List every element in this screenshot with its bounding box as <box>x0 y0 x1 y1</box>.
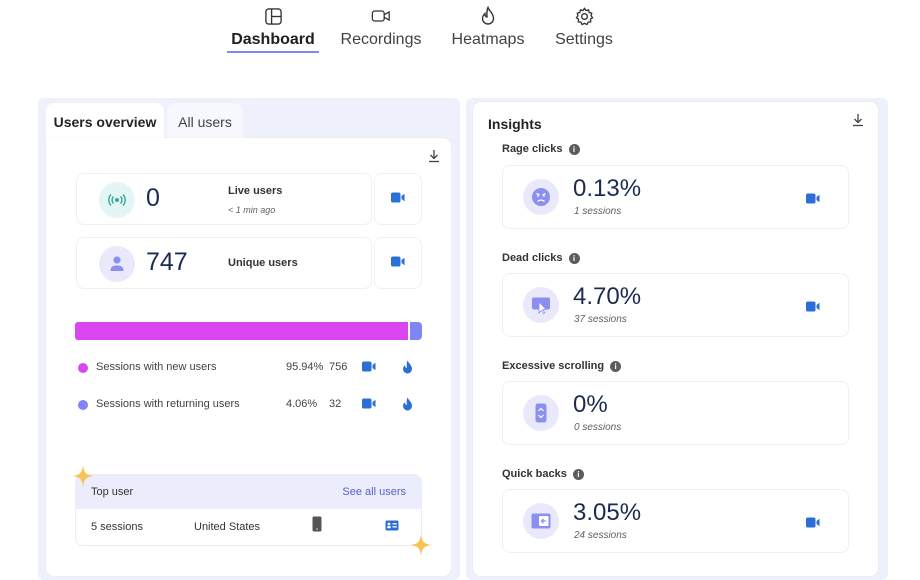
rage-clicks-label: Rage clicks i <box>502 143 580 155</box>
insight-value: 4.70% <box>573 283 642 310</box>
camera-icon[interactable] <box>806 515 820 533</box>
sessions-split-bar <box>75 322 422 340</box>
legend-row-new-users: Sessions with new users 95.94% 756 <box>78 360 418 376</box>
live-users-count: 0 <box>146 184 160 212</box>
quick-backs-label: Quick backs i <box>502 468 584 480</box>
dead-click-cursor-icon <box>523 287 559 323</box>
legend-percent: 4.06% <box>286 398 318 410</box>
camera-icon[interactable] <box>806 191 820 209</box>
nav-tab-dashboard[interactable]: Dashboard <box>226 6 320 53</box>
sparkle-icon <box>72 465 94 487</box>
mobile-phone-icon <box>312 516 322 535</box>
angry-face-icon <box>523 179 559 215</box>
heatmap-fire-icon[interactable] <box>402 397 413 414</box>
insight-label-text: Excessive scrolling <box>502 360 605 372</box>
insight-sessions: 0 sessions <box>574 422 622 433</box>
dashboard-icon <box>263 6 283 26</box>
legend-label: Sessions with returning users <box>96 398 240 410</box>
top-user-header: Top user See all users <box>76 475 421 509</box>
download-icon[interactable] <box>851 113 865 127</box>
new-users-color-dot <box>78 363 88 373</box>
insight-label-text: Quick backs <box>502 468 567 480</box>
legend-count: 756 <box>329 361 348 373</box>
camera-icon[interactable] <box>362 398 376 412</box>
legend-percent: 95.94% <box>286 361 324 373</box>
insight-sessions: 37 sessions <box>574 314 627 325</box>
info-icon[interactable]: i <box>572 468 584 480</box>
dead-clicks-label: Dead clicks i <box>502 252 580 264</box>
top-navigation: Dashboard Recordings Heatmaps Settings <box>226 6 632 53</box>
gear-icon <box>574 6 594 26</box>
fire-icon <box>478 6 498 26</box>
unique-users-stat: 747 Unique users <box>76 237 372 289</box>
camera-icon[interactable] <box>362 361 376 375</box>
insights-card: Insights Rage clicks i 0.13% 1 sessions … <box>473 102 878 576</box>
live-users-label: Live users <box>228 185 283 197</box>
nav-tab-label: Dashboard <box>227 31 319 53</box>
insight-sessions: 1 sessions <box>574 206 622 217</box>
nav-tab-label: Settings <box>555 31 613 48</box>
video-icon <box>371 6 391 26</box>
quick-backs-metric: 3.05% 24 sessions <box>502 489 849 553</box>
returning-users-color-dot <box>78 400 88 410</box>
unique-users-label: Unique users <box>228 257 298 269</box>
live-signal-icon <box>99 182 135 218</box>
legend-row-returning-users: Sessions with returning users 4.06% 32 <box>78 397 418 413</box>
top-user-country: United States <box>194 521 261 533</box>
tab-all-users[interactable]: All users <box>167 103 243 141</box>
unique-users-count: 747 <box>146 248 188 276</box>
contact-card-icon[interactable] <box>385 520 399 534</box>
info-icon[interactable]: i <box>610 360 622 372</box>
scroll-icon <box>523 395 559 431</box>
nav-tab-label: Recordings <box>340 31 422 48</box>
nav-tab-recordings[interactable]: Recordings <box>326 6 436 53</box>
see-all-users-link[interactable]: See all users <box>342 486 406 498</box>
top-user-sessions: 5 sessions <box>91 521 143 533</box>
live-users-stat: 0 Live users < 1 min ago <box>76 173 372 225</box>
new-users-segment <box>75 322 408 340</box>
unique-users-recordings-button[interactable] <box>374 237 422 289</box>
insight-label-text: Dead clicks <box>502 252 563 264</box>
insight-value: 0.13% <box>573 175 642 202</box>
camera-icon <box>391 254 405 272</box>
info-icon[interactable]: i <box>568 252 580 264</box>
excessive-scrolling-metric: 0% 0 sessions <box>502 381 849 445</box>
camera-icon[interactable] <box>806 299 820 317</box>
top-user-title: Top user <box>91 486 134 498</box>
info-icon[interactable]: i <box>568 143 580 155</box>
insight-value: 0% <box>573 391 608 418</box>
download-icon[interactable] <box>427 149 441 163</box>
insight-sessions: 24 sessions <box>574 530 627 541</box>
dead-clicks-metric: 4.70% 37 sessions <box>502 273 849 337</box>
heatmap-fire-icon[interactable] <box>402 360 413 377</box>
insight-label-text: Rage clicks <box>502 143 563 155</box>
top-user-row[interactable]: 5 sessions United States <box>76 509 421 545</box>
live-users-updated: < 1 min ago <box>228 205 276 215</box>
rage-clicks-metric: 0.13% 1 sessions <box>502 165 849 229</box>
insight-value: 3.05% <box>573 499 642 526</box>
nav-tab-label: Heatmaps <box>451 31 525 48</box>
camera-icon <box>391 190 405 208</box>
tab-users-overview[interactable]: Users overview <box>46 103 164 141</box>
returning-users-segment <box>409 322 422 340</box>
insights-title: Insights <box>488 116 542 132</box>
nav-tab-heatmaps[interactable]: Heatmaps <box>440 6 536 53</box>
user-icon <box>99 246 135 282</box>
nav-tab-settings[interactable]: Settings <box>536 6 632 53</box>
top-user-card: Top user See all users 5 sessions United… <box>75 474 422 546</box>
quick-back-icon <box>523 503 559 539</box>
live-users-recordings-button[interactable] <box>374 173 422 225</box>
sparkle-icon <box>410 534 432 556</box>
users-overview-card: 0 Live users < 1 min ago 747 Unique user… <box>46 138 451 576</box>
legend-count: 32 <box>329 398 342 410</box>
legend-label: Sessions with new users <box>96 361 217 373</box>
excessive-scrolling-label: Excessive scrolling i <box>502 360 622 372</box>
